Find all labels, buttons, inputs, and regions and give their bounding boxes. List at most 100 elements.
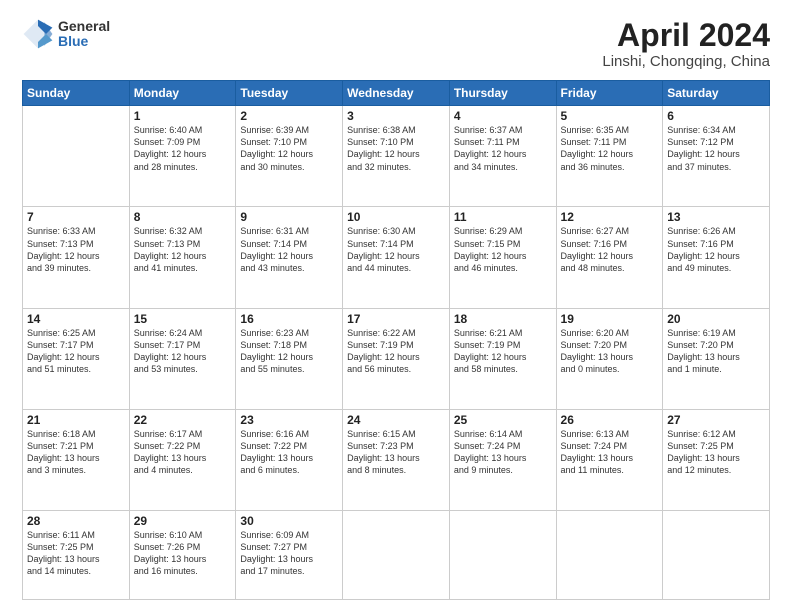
day-number: 15: [134, 312, 232, 326]
weekday-saturday: Saturday: [663, 81, 770, 106]
day-number: 22: [134, 413, 232, 427]
day-info: Sunrise: 6:15 AM Sunset: 7:23 PM Dayligh…: [347, 428, 445, 477]
day-info: Sunrise: 6:20 AM Sunset: 7:20 PM Dayligh…: [561, 327, 659, 376]
day-number: 17: [347, 312, 445, 326]
week-row-1: 7Sunrise: 6:33 AM Sunset: 7:13 PM Daylig…: [23, 207, 770, 308]
day-cell: 19Sunrise: 6:20 AM Sunset: 7:20 PM Dayli…: [556, 308, 663, 409]
title-month: April 2024: [602, 18, 770, 53]
day-cell: [343, 511, 450, 600]
weekday-thursday: Thursday: [449, 81, 556, 106]
day-number: 10: [347, 210, 445, 224]
day-number: 13: [667, 210, 765, 224]
day-number: 24: [347, 413, 445, 427]
weekday-sunday: Sunday: [23, 81, 130, 106]
day-number: 14: [27, 312, 125, 326]
day-cell: 1Sunrise: 6:40 AM Sunset: 7:09 PM Daylig…: [129, 106, 236, 207]
week-row-2: 14Sunrise: 6:25 AM Sunset: 7:17 PM Dayli…: [23, 308, 770, 409]
day-cell: 14Sunrise: 6:25 AM Sunset: 7:17 PM Dayli…: [23, 308, 130, 409]
day-number: 30: [240, 514, 338, 528]
day-cell: 18Sunrise: 6:21 AM Sunset: 7:19 PM Dayli…: [449, 308, 556, 409]
day-number: 26: [561, 413, 659, 427]
day-number: 9: [240, 210, 338, 224]
day-number: 16: [240, 312, 338, 326]
day-cell: 20Sunrise: 6:19 AM Sunset: 7:20 PM Dayli…: [663, 308, 770, 409]
day-cell: 17Sunrise: 6:22 AM Sunset: 7:19 PM Dayli…: [343, 308, 450, 409]
day-number: 7: [27, 210, 125, 224]
weekday-friday: Friday: [556, 81, 663, 106]
day-number: 8: [134, 210, 232, 224]
day-cell: [449, 511, 556, 600]
day-number: 2: [240, 109, 338, 123]
day-cell: 6Sunrise: 6:34 AM Sunset: 7:12 PM Daylig…: [663, 106, 770, 207]
day-info: Sunrise: 6:21 AM Sunset: 7:19 PM Dayligh…: [454, 327, 552, 376]
day-number: 21: [27, 413, 125, 427]
page: General Blue April 2024 Linshi, Chongqin…: [0, 0, 792, 612]
day-number: 3: [347, 109, 445, 123]
day-number: 11: [454, 210, 552, 224]
weekday-wednesday: Wednesday: [343, 81, 450, 106]
day-info: Sunrise: 6:40 AM Sunset: 7:09 PM Dayligh…: [134, 124, 232, 173]
day-info: Sunrise: 6:19 AM Sunset: 7:20 PM Dayligh…: [667, 327, 765, 376]
day-number: 1: [134, 109, 232, 123]
day-number: 23: [240, 413, 338, 427]
day-number: 28: [27, 514, 125, 528]
day-cell: 13Sunrise: 6:26 AM Sunset: 7:16 PM Dayli…: [663, 207, 770, 308]
weekday-tuesday: Tuesday: [236, 81, 343, 106]
week-row-3: 21Sunrise: 6:18 AM Sunset: 7:21 PM Dayli…: [23, 409, 770, 510]
day-number: 19: [561, 312, 659, 326]
day-info: Sunrise: 6:35 AM Sunset: 7:11 PM Dayligh…: [561, 124, 659, 173]
day-number: 5: [561, 109, 659, 123]
day-number: 18: [454, 312, 552, 326]
day-info: Sunrise: 6:32 AM Sunset: 7:13 PM Dayligh…: [134, 225, 232, 274]
day-info: Sunrise: 6:12 AM Sunset: 7:25 PM Dayligh…: [667, 428, 765, 477]
day-info: Sunrise: 6:38 AM Sunset: 7:10 PM Dayligh…: [347, 124, 445, 173]
day-number: 25: [454, 413, 552, 427]
header: General Blue April 2024 Linshi, Chongqin…: [22, 18, 770, 70]
day-info: Sunrise: 6:24 AM Sunset: 7:17 PM Dayligh…: [134, 327, 232, 376]
logo-text: General Blue: [58, 19, 110, 50]
day-info: Sunrise: 6:14 AM Sunset: 7:24 PM Dayligh…: [454, 428, 552, 477]
day-cell: 3Sunrise: 6:38 AM Sunset: 7:10 PM Daylig…: [343, 106, 450, 207]
day-cell: [556, 511, 663, 600]
day-number: 4: [454, 109, 552, 123]
day-cell: 23Sunrise: 6:16 AM Sunset: 7:22 PM Dayli…: [236, 409, 343, 510]
day-cell: 5Sunrise: 6:35 AM Sunset: 7:11 PM Daylig…: [556, 106, 663, 207]
day-cell: 29Sunrise: 6:10 AM Sunset: 7:26 PM Dayli…: [129, 511, 236, 600]
day-cell: [23, 106, 130, 207]
title-section: April 2024 Linshi, Chongqing, China: [602, 18, 770, 70]
day-info: Sunrise: 6:29 AM Sunset: 7:15 PM Dayligh…: [454, 225, 552, 274]
day-cell: 24Sunrise: 6:15 AM Sunset: 7:23 PM Dayli…: [343, 409, 450, 510]
day-cell: 15Sunrise: 6:24 AM Sunset: 7:17 PM Dayli…: [129, 308, 236, 409]
day-info: Sunrise: 6:23 AM Sunset: 7:18 PM Dayligh…: [240, 327, 338, 376]
day-info: Sunrise: 6:30 AM Sunset: 7:14 PM Dayligh…: [347, 225, 445, 274]
day-info: Sunrise: 6:11 AM Sunset: 7:25 PM Dayligh…: [27, 529, 125, 578]
logo: General Blue: [22, 18, 110, 50]
day-number: 6: [667, 109, 765, 123]
day-info: Sunrise: 6:33 AM Sunset: 7:13 PM Dayligh…: [27, 225, 125, 274]
day-info: Sunrise: 6:22 AM Sunset: 7:19 PM Dayligh…: [347, 327, 445, 376]
day-info: Sunrise: 6:17 AM Sunset: 7:22 PM Dayligh…: [134, 428, 232, 477]
day-cell: 9Sunrise: 6:31 AM Sunset: 7:14 PM Daylig…: [236, 207, 343, 308]
calendar-table: SundayMondayTuesdayWednesdayThursdayFrid…: [22, 80, 770, 600]
day-cell: 28Sunrise: 6:11 AM Sunset: 7:25 PM Dayli…: [23, 511, 130, 600]
logo-icon: [22, 18, 54, 50]
day-info: Sunrise: 6:31 AM Sunset: 7:14 PM Dayligh…: [240, 225, 338, 274]
day-cell: [663, 511, 770, 600]
week-row-0: 1Sunrise: 6:40 AM Sunset: 7:09 PM Daylig…: [23, 106, 770, 207]
day-cell: 11Sunrise: 6:29 AM Sunset: 7:15 PM Dayli…: [449, 207, 556, 308]
day-cell: 2Sunrise: 6:39 AM Sunset: 7:10 PM Daylig…: [236, 106, 343, 207]
day-info: Sunrise: 6:13 AM Sunset: 7:24 PM Dayligh…: [561, 428, 659, 477]
day-info: Sunrise: 6:16 AM Sunset: 7:22 PM Dayligh…: [240, 428, 338, 477]
day-info: Sunrise: 6:39 AM Sunset: 7:10 PM Dayligh…: [240, 124, 338, 173]
day-info: Sunrise: 6:37 AM Sunset: 7:11 PM Dayligh…: [454, 124, 552, 173]
week-row-4: 28Sunrise: 6:11 AM Sunset: 7:25 PM Dayli…: [23, 511, 770, 600]
day-info: Sunrise: 6:25 AM Sunset: 7:17 PM Dayligh…: [27, 327, 125, 376]
title-location: Linshi, Chongqing, China: [602, 53, 770, 70]
day-cell: 25Sunrise: 6:14 AM Sunset: 7:24 PM Dayli…: [449, 409, 556, 510]
day-cell: 7Sunrise: 6:33 AM Sunset: 7:13 PM Daylig…: [23, 207, 130, 308]
day-cell: 10Sunrise: 6:30 AM Sunset: 7:14 PM Dayli…: [343, 207, 450, 308]
day-cell: 27Sunrise: 6:12 AM Sunset: 7:25 PM Dayli…: [663, 409, 770, 510]
day-info: Sunrise: 6:27 AM Sunset: 7:16 PM Dayligh…: [561, 225, 659, 274]
day-cell: 4Sunrise: 6:37 AM Sunset: 7:11 PM Daylig…: [449, 106, 556, 207]
day-number: 12: [561, 210, 659, 224]
